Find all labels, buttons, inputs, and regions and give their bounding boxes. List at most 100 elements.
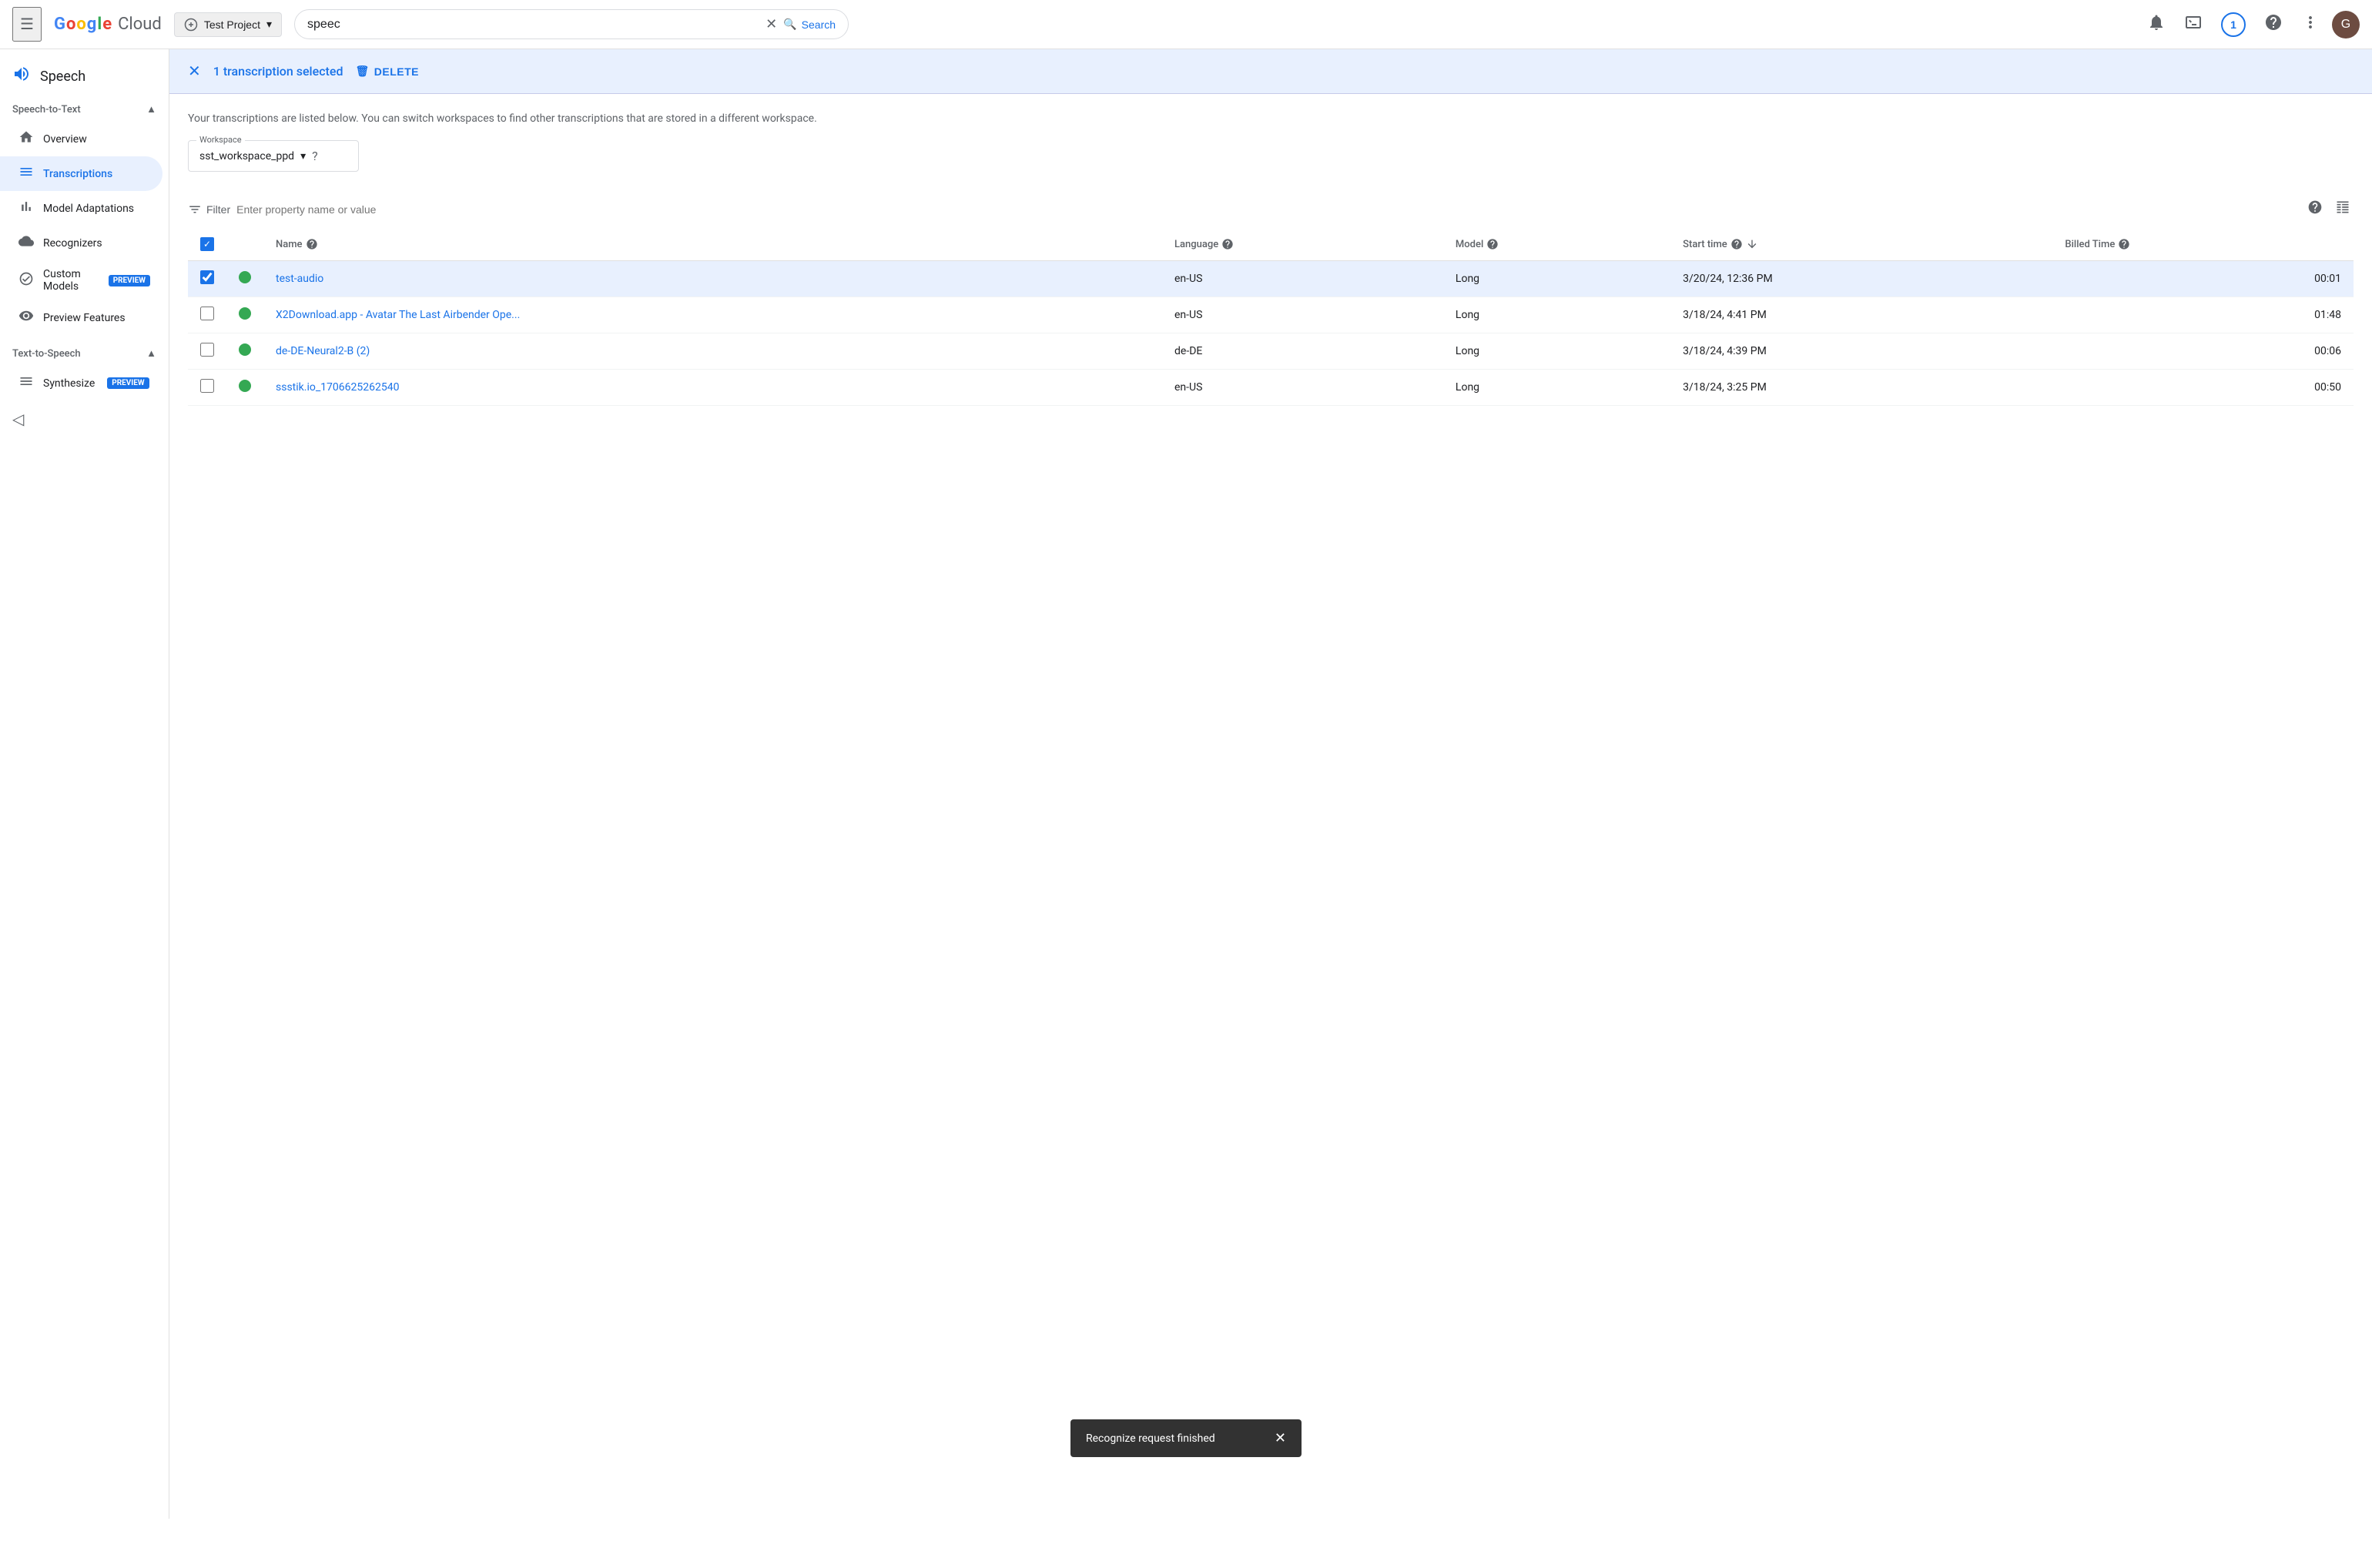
more-options-button[interactable]: [2295, 7, 2326, 42]
row-status-cell: [226, 261, 263, 297]
sidebar-item-custom-models-label: Custom Models: [43, 268, 96, 293]
cloud-logo-text: Cloud: [118, 15, 162, 34]
search-button[interactable]: 🔍 Search: [783, 18, 836, 31]
sidebar-item-preview-features-label: Preview Features: [43, 312, 126, 324]
th-start-time-sort-icon[interactable]: [1746, 238, 1758, 250]
selection-close-button[interactable]: ✕: [188, 62, 201, 81]
filter-icon: [188, 203, 202, 216]
table-row: ssstik.io_1706625262540 en-US Long 3/18/…: [188, 370, 2354, 406]
row-checkbox[interactable]: [200, 379, 214, 393]
project-selector-button[interactable]: Test Project ▾: [174, 12, 282, 37]
row-checkbox[interactable]: [200, 270, 214, 284]
sidebar-item-model-adaptations[interactable]: Model Adaptations: [0, 191, 162, 226]
th-name-label: Name: [276, 239, 303, 250]
th-billed-time: Billed Time: [2052, 228, 2354, 261]
row-language-cell: en-US: [1162, 261, 1443, 297]
sidebar-section-speech-to-text[interactable]: Speech-to-Text ▲: [0, 97, 169, 122]
sidebar-item-synthesize[interactable]: Synthesize PREVIEW: [0, 366, 162, 400]
th-start-time-label: Start time: [1683, 239, 1727, 250]
project-name: Test Project: [204, 18, 260, 31]
sidebar-item-custom-models[interactable]: Custom Models PREVIEW: [0, 260, 162, 300]
sidebar-item-preview-features[interactable]: Preview Features: [0, 300, 162, 335]
table-right-icons: [2304, 196, 2354, 222]
sidebar-section-speech-to-text-items: Overview Transcriptions Model Adaptation…: [0, 122, 169, 335]
row-name-cell: ssstik.io_1706625262540: [263, 370, 1162, 406]
delete-button[interactable]: 🗑 DELETE: [355, 65, 419, 78]
row-billed-time-cell: 00:06: [2052, 333, 2354, 370]
sidebar-item-transcriptions[interactable]: Transcriptions: [0, 156, 162, 191]
project-dropdown-icon: ▾: [266, 18, 272, 31]
status-dot: [239, 307, 251, 320]
cloud-shell-icon: [2184, 13, 2203, 32]
status-dot: [239, 271, 251, 283]
selection-bar: ✕ 1 transcription selected 🗑 DELETE: [169, 49, 2372, 94]
delete-label: DELETE: [374, 65, 419, 78]
th-language-help-icon[interactable]: [1221, 238, 1234, 250]
sidebar-section-tts-items: Synthesize PREVIEW: [0, 366, 169, 400]
th-language: Language: [1162, 228, 1443, 261]
row-checkbox[interactable]: [200, 307, 214, 320]
transcriptions-table: ✓ Name Language: [188, 228, 2354, 406]
th-status: [226, 228, 263, 261]
search-clear-button[interactable]: ✕: [766, 16, 777, 32]
snackbar-message: Recognize request finished: [1086, 1432, 1215, 1445]
sidebar-item-overview-label: Overview: [43, 133, 87, 146]
cloud-shell-button[interactable]: [2178, 7, 2209, 42]
sidebar-item-overview[interactable]: Overview: [0, 122, 162, 156]
filter-button[interactable]: Filter: [188, 203, 230, 216]
help-button[interactable]: [2258, 7, 2289, 42]
snackbar-close-button[interactable]: ✕: [1275, 1430, 1286, 1446]
workspace-help-icon[interactable]: ?: [312, 149, 318, 163]
th-name: Name: [263, 228, 1162, 261]
sidebar-item-recognizers[interactable]: Recognizers: [0, 226, 162, 260]
row-name-link[interactable]: X2Download.app - Avatar The Last Airbend…: [276, 309, 520, 321]
th-name-help-icon[interactable]: [306, 238, 318, 250]
sidebar-section-collapse-icon: ▲: [146, 103, 156, 116]
workspace-dropdown-icon: ▾: [300, 150, 306, 162]
recognizers-icon: [18, 233, 34, 253]
hamburger-menu-button[interactable]: ☰: [12, 7, 42, 42]
sidebar-item-synthesize-label: Synthesize: [43, 377, 95, 390]
workspace-select[interactable]: sst_workspace_ppd ▾ ?: [189, 141, 358, 171]
header-checkbox[interactable]: ✓: [200, 237, 214, 251]
speech-app-icon: [12, 65, 31, 88]
user-avatar-button[interactable]: G: [2332, 11, 2360, 39]
filter-input[interactable]: [230, 200, 2304, 219]
sidebar-collapse-button[interactable]: ◁: [0, 400, 169, 437]
synthesize-icon: [18, 374, 34, 393]
search-input[interactable]: [307, 18, 759, 32]
th-model-help-icon[interactable]: [1486, 238, 1499, 250]
main-content: ✕ 1 transcription selected 🗑 DELETE Your…: [169, 49, 2372, 1519]
search-icon: 🔍: [783, 18, 796, 31]
synthesize-preview-badge: PREVIEW: [107, 377, 149, 389]
sidebar-item-transcriptions-label: Transcriptions: [43, 168, 112, 180]
badge-button[interactable]: 1: [2215, 6, 2252, 43]
sidebar-section-text-to-speech[interactable]: Text-to-Speech ▲: [0, 341, 169, 366]
workspace-value: sst_workspace_ppd: [199, 150, 294, 162]
row-name-link[interactable]: ssstik.io_1706625262540: [276, 381, 399, 394]
row-checkbox-cell: [188, 297, 226, 333]
row-checkbox-cell: [188, 370, 226, 406]
th-start-time-help-icon[interactable]: [1730, 238, 1743, 250]
sidebar-section-tts-collapse-icon: ▲: [146, 347, 156, 360]
table-columns-button[interactable]: [2332, 196, 2354, 222]
table-row: test-audio en-US Long 3/20/24, 12:36 PM …: [188, 261, 2354, 297]
row-language-cell: en-US: [1162, 370, 1443, 406]
delete-icon: 🗑: [355, 65, 369, 78]
custom-models-preview-badge: PREVIEW: [109, 275, 150, 286]
project-icon: [184, 18, 198, 32]
sidebar: Speech Speech-to-Text ▲ Overview Transcr…: [0, 49, 169, 1519]
table-help-button[interactable]: [2304, 196, 2326, 222]
row-name-link[interactable]: test-audio: [276, 273, 323, 285]
topbar-icons: 1 G: [2141, 6, 2360, 43]
row-name-link[interactable]: de-DE-Neural2-B (2): [276, 345, 370, 357]
help-icon: [2264, 13, 2283, 32]
badge-circle: 1: [2221, 12, 2246, 37]
table-row: X2Download.app - Avatar The Last Airbend…: [188, 297, 2354, 333]
row-name-cell: de-DE-Neural2-B (2): [263, 333, 1162, 370]
sidebar-section-label: Speech-to-Text: [12, 104, 81, 116]
th-billed-time-help-icon[interactable]: [2118, 238, 2130, 250]
transcriptions-icon: [18, 164, 34, 183]
row-checkbox[interactable]: [200, 343, 214, 357]
notifications-button[interactable]: [2141, 7, 2172, 42]
